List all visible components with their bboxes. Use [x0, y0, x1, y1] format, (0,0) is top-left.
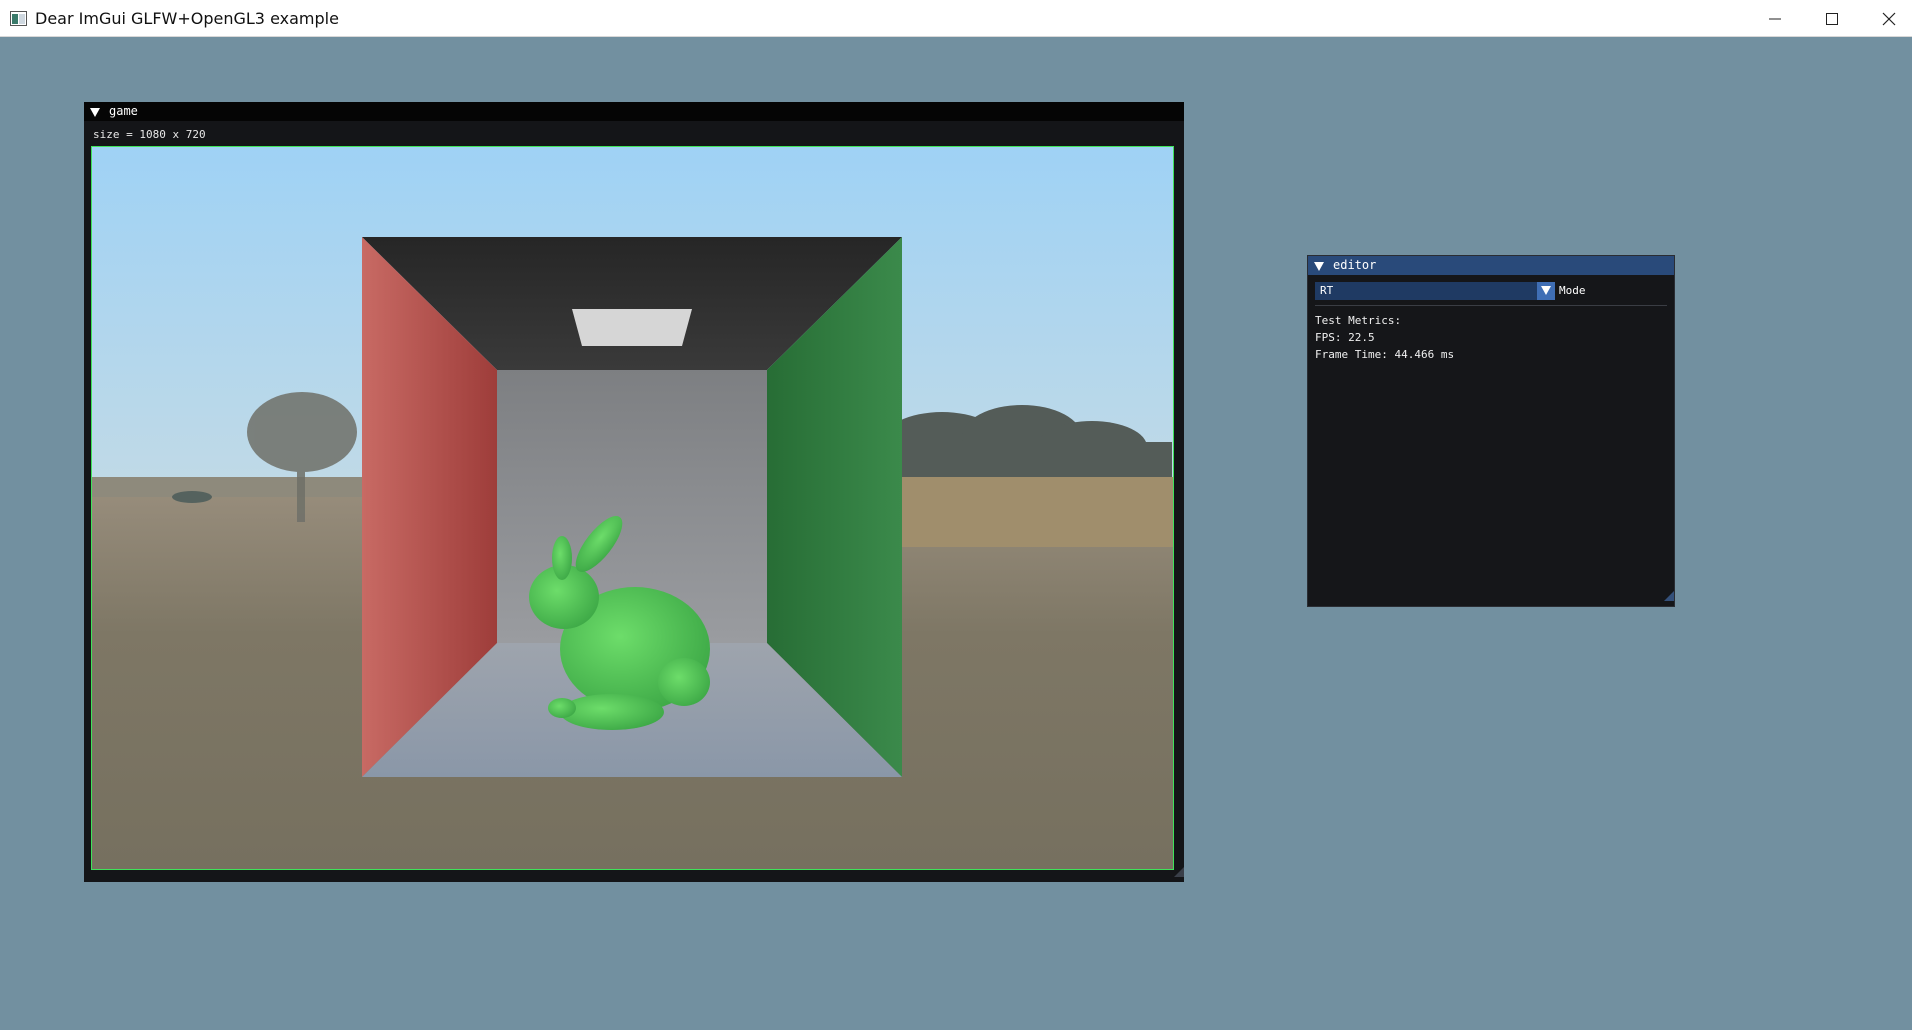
viewport-size-label: size = 1080 x 720 — [93, 128, 206, 141]
game-window-resize-grip[interactable] — [1174, 864, 1184, 882]
minimize-icon — [1769, 18, 1781, 20]
os-title-bar[interactable]: Dear ImGui GLFW+OpenGL3 example — [0, 0, 1912, 37]
metrics-header: Test Metrics: — [1315, 314, 1402, 327]
game-window-title-bar[interactable]: game — [84, 102, 1184, 121]
editor-window-title: editor — [1333, 258, 1377, 272]
mode-combo[interactable]: RT — [1315, 282, 1555, 300]
mode-combo-label: Mode — [1559, 284, 1586, 297]
mode-combo-value: RT — [1320, 284, 1334, 297]
collapse-arrow-icon[interactable] — [90, 106, 100, 120]
render-viewport-image — [92, 147, 1173, 869]
collapse-arrow-icon[interactable] — [1314, 260, 1324, 274]
window-title: Dear ImGui GLFW+OpenGL3 example — [35, 9, 339, 28]
editor-window[interactable]: editor RT Mode Test Metrics: FPS: 22.5 F… — [1307, 255, 1675, 607]
combo-dropdown-button[interactable] — [1537, 282, 1555, 300]
game-window-title: game — [109, 104, 138, 118]
chevron-down-icon — [1541, 286, 1551, 295]
close-button[interactable] — [1860, 0, 1912, 37]
render-viewport[interactable] — [91, 146, 1174, 870]
app-window-icon — [10, 11, 27, 26]
maximize-icon — [1826, 13, 1838, 25]
game-window[interactable]: game size = 1080 x 720 — [84, 102, 1184, 882]
maximize-button[interactable] — [1803, 0, 1861, 37]
fps-readout: FPS: 22.5 — [1315, 331, 1375, 344]
separator — [1315, 305, 1667, 306]
editor-window-title-bar[interactable]: editor — [1308, 256, 1674, 275]
minimize-button[interactable] — [1746, 0, 1804, 37]
frame-time-readout: Frame Time: 44.466 ms — [1315, 348, 1455, 361]
editor-window-resize-grip[interactable] — [1664, 588, 1674, 606]
close-icon — [1882, 12, 1896, 26]
